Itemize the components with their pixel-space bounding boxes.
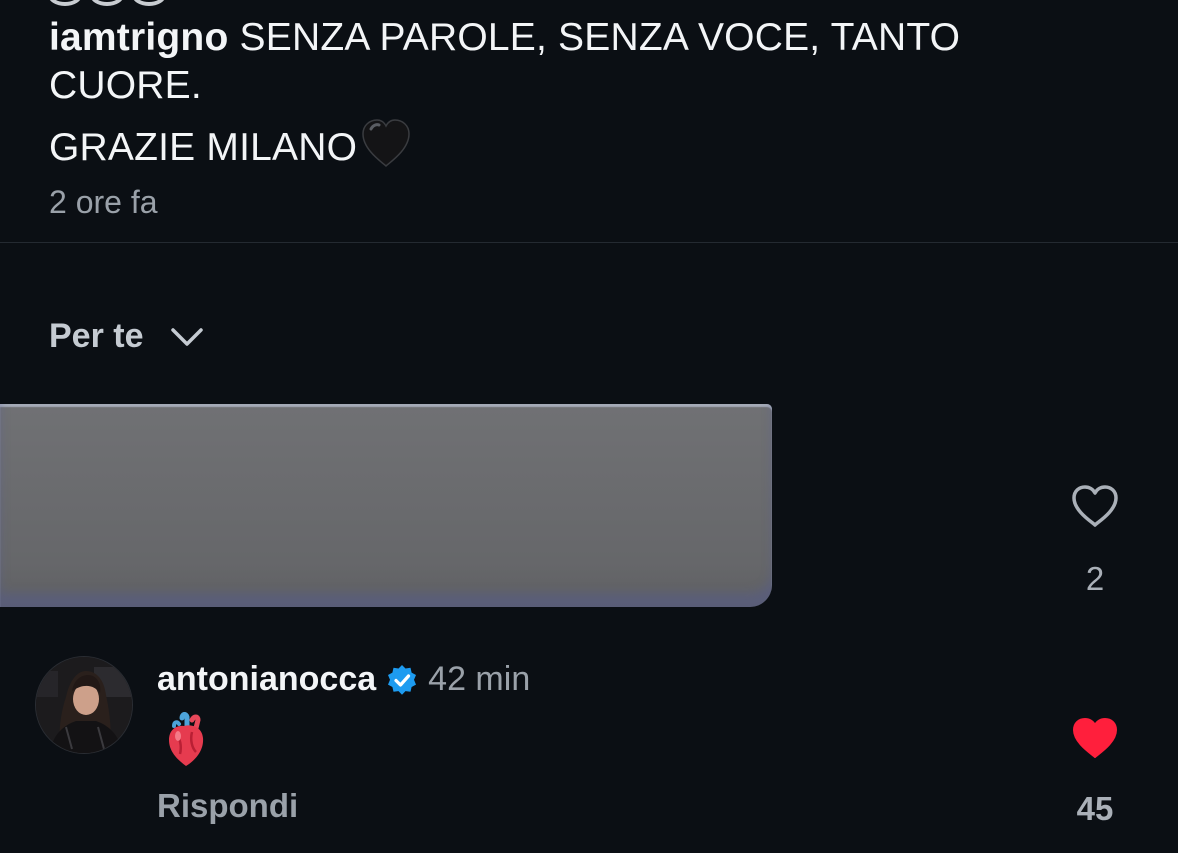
heart-filled-icon[interactable]: [1070, 716, 1120, 760]
like-count[interactable]: 2: [1060, 560, 1130, 598]
post-caption: iamtrigno SENZA PAROLE, SENZA VOCE, TANT…: [49, 14, 1109, 172]
post-author-username[interactable]: iamtrigno: [49, 16, 228, 59]
comment-username[interactable]: antonianocca: [157, 660, 376, 699]
avatar-photo: [36, 657, 132, 753]
sort-label: Per te: [49, 317, 144, 355]
heart-outline-icon[interactable]: [1070, 484, 1120, 528]
comment-like-group: 45: [1060, 716, 1130, 828]
partial-icon: [132, 0, 166, 6]
reply-button[interactable]: Rispondi: [157, 787, 298, 825]
avatar[interactable]: [36, 657, 132, 753]
redacted-comment: [0, 404, 772, 607]
divider: [0, 242, 1178, 243]
anatomical-heart-icon: [169, 712, 204, 766]
comment-header: antonianocca 42 min: [157, 660, 530, 699]
caption-text-2: GRAZIE MILANO: [49, 126, 358, 169]
post-timestamp: 2 ore fa: [49, 184, 158, 220]
comments-sort-dropdown[interactable]: Per te: [49, 317, 204, 356]
chevron-down-icon: [170, 327, 203, 346]
verified-badge-icon: [388, 664, 417, 695]
caption-line-2: GRAZIE MILANO: [49, 117, 1109, 172]
partially-visible-icons: [48, 0, 166, 6]
like-count[interactable]: 45: [1060, 790, 1130, 828]
caption-line-1: iamtrigno SENZA PAROLE, SENZA VOCE, TANT…: [49, 14, 1109, 110]
comment-like-group: 2: [1060, 484, 1130, 598]
partial-icon: [90, 0, 124, 6]
partial-icon: [48, 0, 82, 6]
comment-timestamp: 42 min: [428, 660, 531, 698]
black-heart-icon: [362, 119, 410, 168]
